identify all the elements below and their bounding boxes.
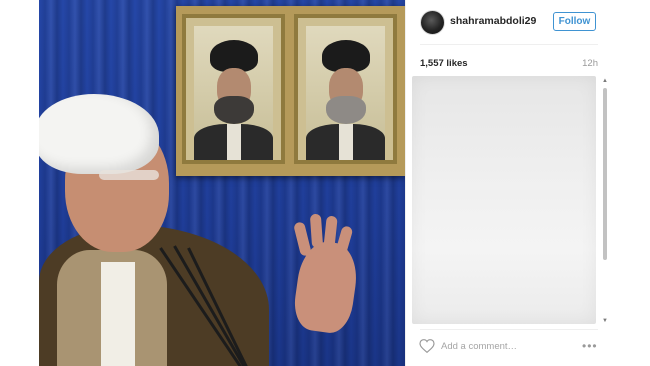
scroll-up-arrow-icon[interactable]: ▲ xyxy=(602,78,608,84)
speaker-collar xyxy=(101,262,135,366)
right-margin xyxy=(611,0,650,366)
header-divider xyxy=(420,44,598,45)
post-username[interactable]: shahramabdoli29 xyxy=(450,15,536,27)
likes-count[interactable]: 1,557 likes xyxy=(420,58,468,69)
post-sidebar: shahramabdoli29 Follow 1,557 likes 12h ▲… xyxy=(405,0,612,366)
comment-bar: ••• xyxy=(406,334,612,366)
portrait-right xyxy=(294,14,397,164)
portrait-frames xyxy=(176,6,405,176)
post-timestamp: 12h xyxy=(582,58,598,69)
scroll-thumb[interactable] xyxy=(603,88,607,260)
blurred-comments-area xyxy=(412,76,596,324)
speaker-finger xyxy=(309,213,324,249)
heart-icon[interactable] xyxy=(419,339,435,353)
more-options-icon[interactable]: ••• xyxy=(582,339,598,353)
portrait-left xyxy=(182,14,285,164)
follow-button[interactable]: Follow xyxy=(553,12,596,31)
speaker-brow xyxy=(99,170,159,180)
footer-divider xyxy=(420,329,598,330)
scroll-down-arrow-icon[interactable]: ▼ xyxy=(602,318,608,324)
speaker-turban xyxy=(39,94,159,174)
comment-input[interactable] xyxy=(441,338,561,354)
comments-scrollbar[interactable]: ▲ ▼ xyxy=(602,78,608,324)
profile-avatar[interactable] xyxy=(420,10,445,35)
post-photo[interactable] xyxy=(39,0,405,366)
